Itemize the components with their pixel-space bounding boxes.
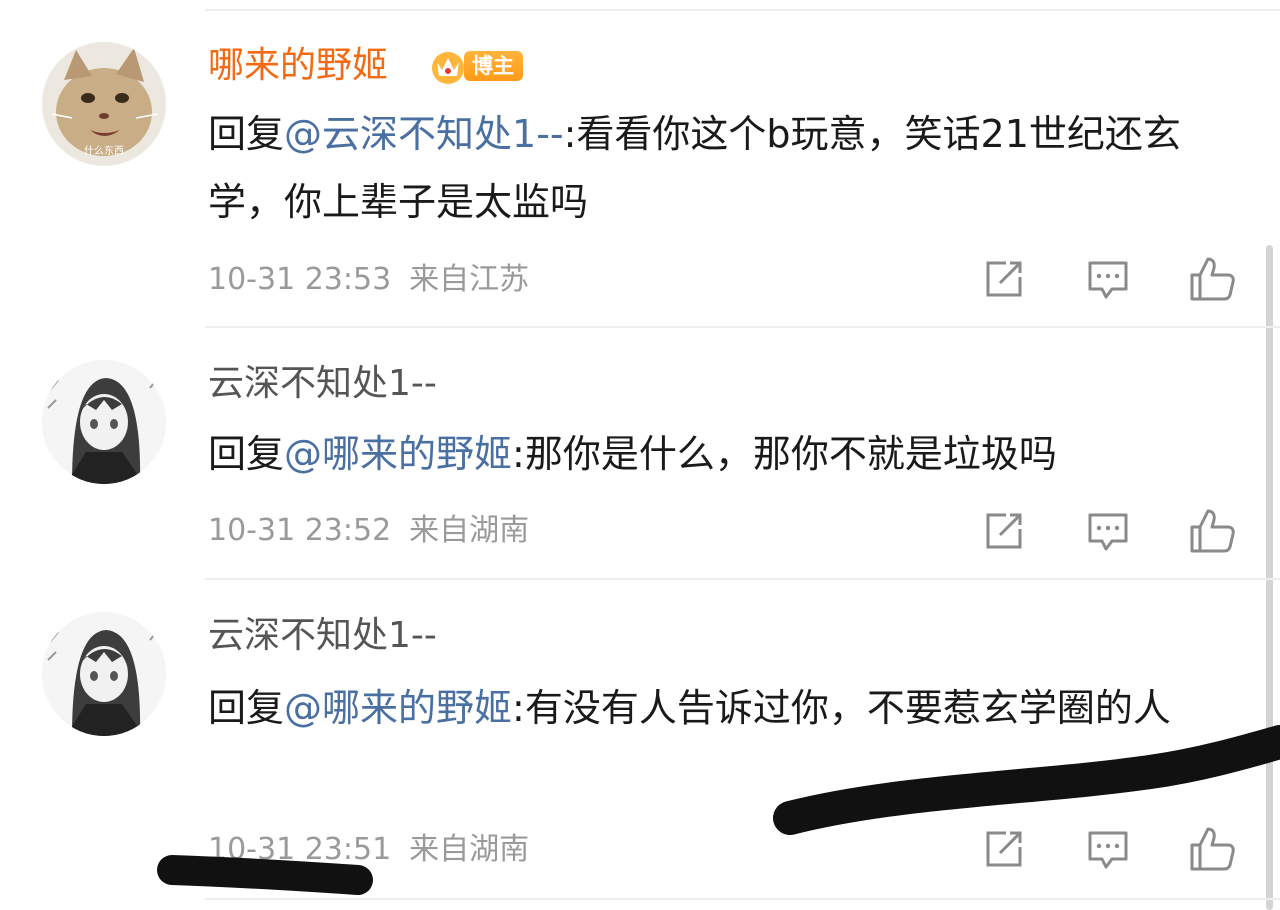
share-icon <box>986 513 1022 549</box>
blogger-badge: 博主 <box>428 46 523 86</box>
like-button[interactable] <box>1188 255 1236 303</box>
share-button[interactable] <box>980 507 1028 555</box>
location: 来自江苏 <box>409 262 530 297</box>
comment-meta: 10-31 23:51 来自湖南 <box>208 832 529 868</box>
like-icon <box>1190 257 1235 301</box>
timestamp: 10-31 23:52 <box>208 513 392 548</box>
reply-prefix: 回复 <box>208 112 285 156</box>
like-icon <box>1190 827 1235 871</box>
comment-meta: 10-31 23:53 来自江苏 <box>208 262 529 298</box>
reply-prefix: 回复 <box>208 432 285 476</box>
comment-meta: 10-31 23:52 来自湖南 <box>208 513 529 549</box>
comment-divider <box>205 578 1280 580</box>
anime-girl-avatar-icon <box>42 360 166 484</box>
share-icon <box>986 831 1022 867</box>
avatar[interactable] <box>42 612 166 736</box>
mention-link[interactable]: @云深不知处1-- <box>284 112 564 156</box>
comment-thread: 什么东西 哪来的野姬 博主 回复@云深不知处1--:看看你这个b玩意，笑话21世… <box>0 0 1280 910</box>
anime-girl-avatar-icon <box>42 612 166 736</box>
username[interactable]: 哪来的野姬 <box>208 44 388 88</box>
comment-text: 回复@哪来的野姬:有没有人告诉过你，不要惹玄学圈的人 <box>208 674 1218 742</box>
timestamp: 10-31 23:53 <box>208 262 392 297</box>
svg-text:什么东西: 什么东西 <box>84 144 124 157</box>
comment-body: :有没有人告诉过你，不要惹玄学圈的人 <box>512 686 1171 730</box>
share-icon <box>986 261 1022 297</box>
username[interactable]: 云深不知处1-- <box>208 362 437 406</box>
avatar[interactable]: 什么东西 <box>42 42 166 166</box>
username[interactable]: 云深不知处1-- <box>208 614 437 658</box>
comment-icon <box>1088 831 1128 869</box>
mention-link[interactable]: @哪来的野姬 <box>284 432 512 476</box>
reply-prefix: 回复 <box>208 686 285 730</box>
comment-actions <box>980 255 1240 303</box>
comment-icon <box>1088 261 1128 299</box>
comment-divider <box>205 326 1280 328</box>
like-button[interactable] <box>1188 825 1236 873</box>
location: 来自湖南 <box>409 832 530 867</box>
comment-button[interactable] <box>1084 507 1132 555</box>
top-divider <box>205 9 1280 11</box>
share-button[interactable] <box>980 825 1028 873</box>
comment-text: 回复@云深不知处1--:看看你这个b玩意，笑话21世纪还玄学，你上辈子是太监吗 <box>208 100 1218 236</box>
like-icon <box>1190 509 1235 553</box>
comment-button[interactable] <box>1084 825 1132 873</box>
like-button[interactable] <box>1188 507 1236 555</box>
cat-avatar-icon: 什么东西 <box>42 42 166 166</box>
mention-link[interactable]: @哪来的野姬 <box>284 686 512 730</box>
share-button[interactable] <box>980 255 1028 303</box>
comment-divider <box>205 898 1280 900</box>
avatar[interactable] <box>42 360 166 484</box>
comment-body: :那你是什么，那你不就是垃圾吗 <box>512 432 1057 476</box>
comment-actions <box>980 507 1240 555</box>
comment-icon <box>1088 513 1128 551</box>
crown-icon <box>432 52 464 84</box>
badge-label: 博主 <box>464 51 523 81</box>
comment-actions <box>980 825 1240 873</box>
timestamp: 10-31 23:51 <box>208 832 392 867</box>
comment-text: 回复@哪来的野姬:那你是什么，那你不就是垃圾吗 <box>208 420 1218 488</box>
location: 来自湖南 <box>409 513 530 548</box>
comment-button[interactable] <box>1084 255 1132 303</box>
